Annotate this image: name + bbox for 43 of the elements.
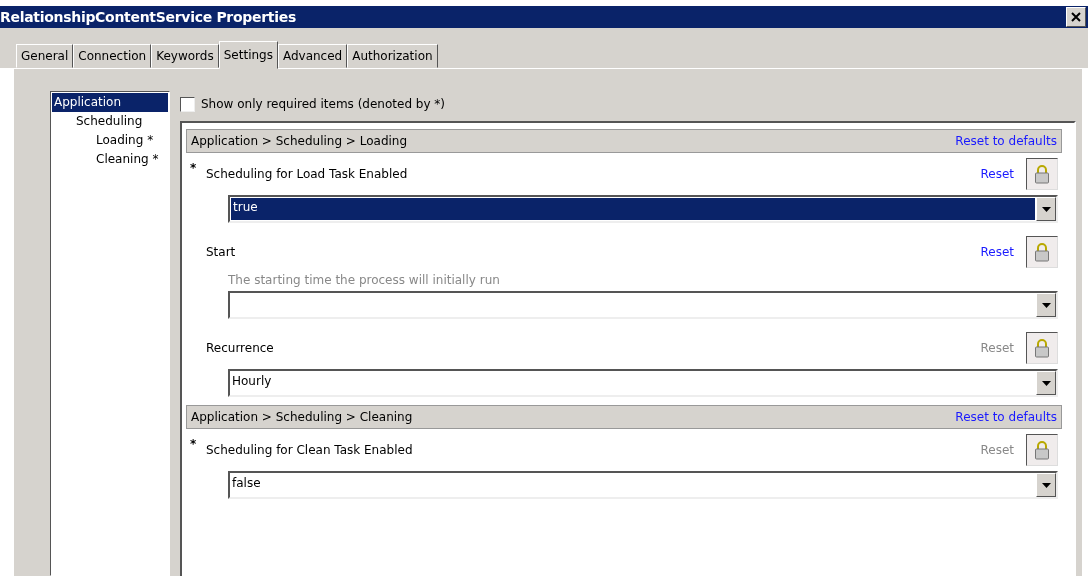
dropdown-field[interactable]: true [228,195,1058,223]
tab[interactable]: General [16,44,74,68]
section-path: Application > Scheduling > Cleaning [191,410,413,424]
padlock-icon [1034,164,1050,184]
lock-button[interactable] [1026,158,1058,190]
setting-label: Recurrence [206,341,275,355]
setting-label: Start [206,245,237,259]
tab[interactable]: Settings [218,41,278,69]
padlock-icon [1034,338,1050,358]
reset-link[interactable]: Reset [980,167,1014,181]
setting-label: Scheduling for Clean Task Enabled [206,443,414,457]
lock-button[interactable] [1026,332,1058,364]
tab[interactable]: Advanced [277,44,348,68]
tree-item[interactable]: Application [52,93,168,112]
padlock-icon [1034,242,1050,262]
tree-item[interactable]: Scheduling [74,112,145,131]
reset-to-defaults-link[interactable]: Reset to defaults [955,410,1057,424]
dropdown-value: false [231,475,262,492]
dropdown-field[interactable]: Hourly [228,369,1058,397]
checkbox[interactable] [180,96,195,112]
tree-item[interactable]: Loading * [94,131,156,150]
padlock-icon [1034,440,1050,460]
required-mark: * [190,161,198,175]
reset-link[interactable]: Reset [980,245,1014,259]
reset-to-defaults-link[interactable]: Reset to defaults [955,134,1057,148]
checkbox-label: Show only required items (denoted by *) [201,97,446,111]
dropdown-value: Hourly [231,373,273,390]
tab[interactable]: Keywords [151,44,219,68]
dropdown-value: true [231,198,1035,220]
window-title: RelationshipContentService Properties [0,9,296,25]
dropdown-field[interactable]: false [228,471,1058,499]
tab[interactable]: Authorization [347,44,438,68]
lock-button[interactable] [1026,236,1058,268]
dropdown-field[interactable] [228,291,1058,319]
tree-item[interactable]: Cleaning * [94,150,161,169]
section-path: Application > Scheduling > Loading [191,134,408,148]
setting-description: The starting time the process will initially run [227,273,501,287]
close-button[interactable] [1066,7,1086,27]
lock-button[interactable] [1026,434,1058,466]
tab[interactable]: Connection [73,44,152,68]
required-mark: * [190,437,198,451]
close-icon [1070,11,1082,23]
setting-label: Scheduling for Load Task Enabled [206,167,409,181]
